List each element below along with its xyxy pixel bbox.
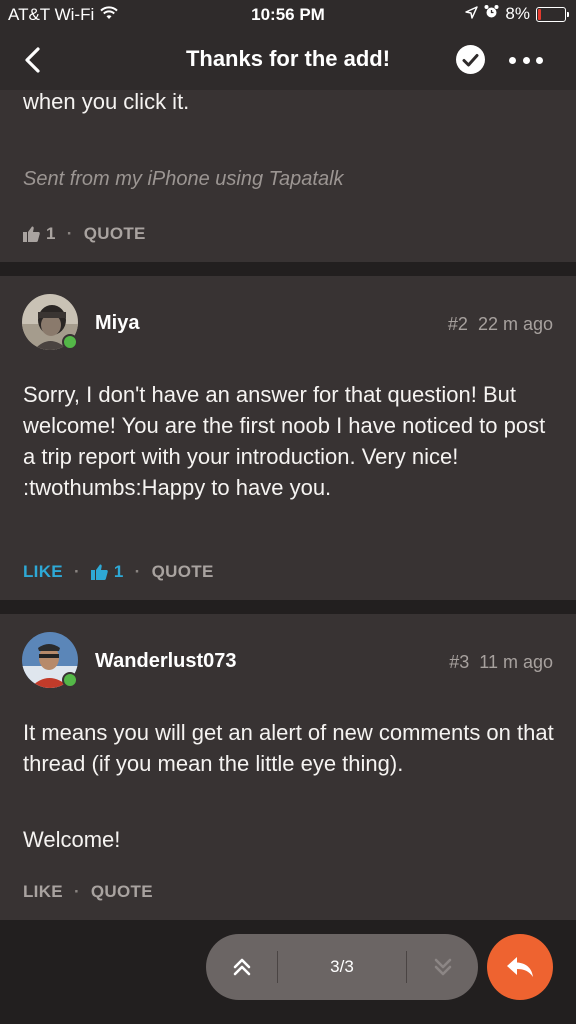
double-chevron-up-icon [233,958,250,976]
separator-dot: · [73,882,80,901]
online-indicator [62,334,78,350]
location-arrow-icon [465,4,479,24]
battery-icon [536,6,569,22]
post-meta: #2 22 m ago [448,314,553,335]
subscribe-check-button[interactable] [456,45,485,74]
avatar[interactable] [22,294,78,350]
avatar[interactable] [22,632,78,688]
post-meta: #3 11 m ago [449,652,553,673]
alarm-icon [484,4,499,24]
first-page-button[interactable] [206,934,277,1000]
post-author[interactable]: Miya [95,312,139,335]
last-page-button[interactable] [407,934,478,1000]
quote-button[interactable]: QUOTE [91,882,153,902]
post-time: 11 m ago [479,652,553,672]
reply-arrow-icon [507,957,533,977]
separator-dot: · [66,224,73,243]
page-indicator[interactable]: 3/3 [278,934,406,1000]
post-number: #2 [447,314,468,334]
status-bar: AT&T Wi-Fi 10:56 PM 8% [0,0,576,30]
thumbs-up-icon [90,564,108,580]
page-navigator: 3/3 [206,934,478,1000]
post-signature: Sent from my iPhone using Tapatalk [23,168,344,190]
like-button[interactable]: LIKE [23,562,63,582]
more-dot-icon [522,56,530,64]
post-author[interactable]: Wanderlust073 [95,650,237,673]
thumbs-up-icon [23,226,40,242]
post-3: Wanderlust073 #3 11 m ago It means you wi… [0,614,576,920]
bottom-toolbar: 3/3 [0,920,576,1024]
more-options-button[interactable] [506,48,546,72]
reply-button[interactable] [487,934,553,1000]
quote-button[interactable]: QUOTE [84,224,146,244]
more-dot-icon [536,56,543,64]
battery-percent: 8% [505,4,530,23]
online-indicator [62,672,78,688]
like-button[interactable]: LIKE [23,882,63,902]
post-body: It means you will get an alert of new co… [23,720,554,776]
double-chevron-down-icon [434,958,451,976]
post-2: Miya #2 22 m ago Sorry, I don't have an a… [0,276,576,600]
post-actions: LIKE · QUOTE [23,882,153,902]
separator-dot: · [134,562,141,581]
more-dot-icon [509,56,516,64]
nav-bar: Thanks for the add! [0,30,576,90]
like-count[interactable]: 1 [23,224,56,244]
post-actions: LIKE · 1 · QUOTE [23,562,214,582]
like-count[interactable]: 1 [90,562,124,582]
page-title: Thanks for the add! [185,46,391,71]
post-number: #3 [449,652,470,672]
checkmark-icon [462,53,479,66]
post-body-welcome: Welcome! [23,827,121,852]
like-count-value: 1 [113,562,124,581]
battery-level [538,8,541,20]
post-body: when you click it. [23,89,190,114]
like-count-value: 1 [46,224,56,243]
post-body: Sorry, I don't have an answer for that q… [23,382,546,500]
post-time: 22 m ago [477,314,553,334]
post-actions: 1 · QUOTE [23,224,146,244]
separator-dot: · [73,562,80,581]
post-1: when you click it. Sent from my iPhone u… [0,89,576,262]
quote-button[interactable]: QUOTE [152,562,214,582]
status-right: 8% [465,4,569,24]
